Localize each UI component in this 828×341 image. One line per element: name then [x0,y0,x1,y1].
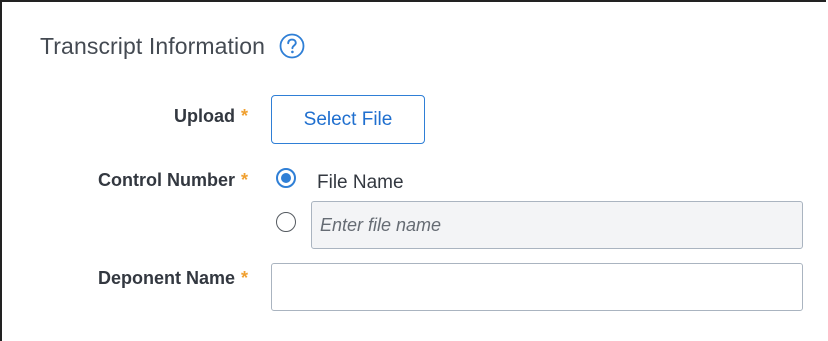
file-name-radio[interactable] [276,168,296,188]
upload-label-text: Upload [173,106,235,126]
question-circle-icon[interactable] [279,33,305,59]
deponent-name-label: Deponent Name * [98,268,248,289]
control-number-label: Control Number * [98,170,248,191]
help-icon-graphic [279,33,305,59]
control-number-required-marker: * [240,170,248,190]
deponent-name-label-text: Deponent Name [97,268,235,288]
section-title: Transcript Information [40,32,266,59]
deponent-name-input[interactable] [271,263,803,311]
upload-required-marker: * [240,106,248,126]
custom-file-name-input[interactable] [311,201,803,249]
file-name-radio-label[interactable]: File Name [317,172,404,194]
select-file-button[interactable]: Select File [271,95,425,144]
deponent-name-required-marker: * [240,268,248,288]
custom-name-radio[interactable] [276,212,296,232]
transcript-information-panel: Transcript Information Upload * Select F… [0,0,826,341]
upload-label: Upload * [174,106,248,127]
section-header: Transcript Information [40,28,305,64]
control-number-label-text: Control Number [97,170,235,190]
